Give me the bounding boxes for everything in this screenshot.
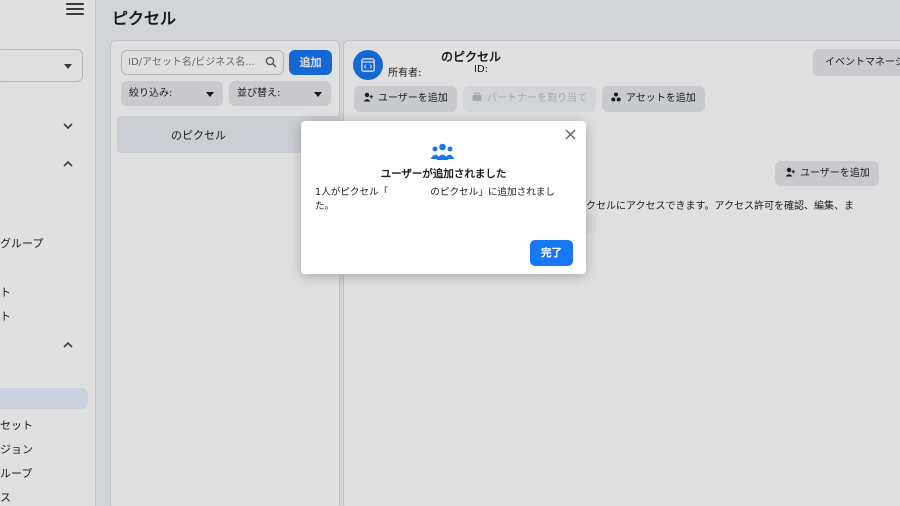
dialog-title: ユーザーが追加されました [380,168,507,180]
close-icon[interactable] [565,129,576,140]
done-button[interactable]: 完了 [530,240,573,266]
dialog-message-part2: のピクセル」に追加されまし [430,187,555,198]
dialog-message-part3: た。 [315,201,335,212]
dialog-message: 1人がピクセル「 のピクセル」に追加されまし た。 [315,186,577,214]
people-icon [430,143,455,160]
user-added-dialog: ユーザーが追加されました 1人がピクセル「 のピクセル」に追加されまし た。 完了 [301,121,586,274]
dialog-message-part1: 1人がピクセル「 [315,187,389,198]
